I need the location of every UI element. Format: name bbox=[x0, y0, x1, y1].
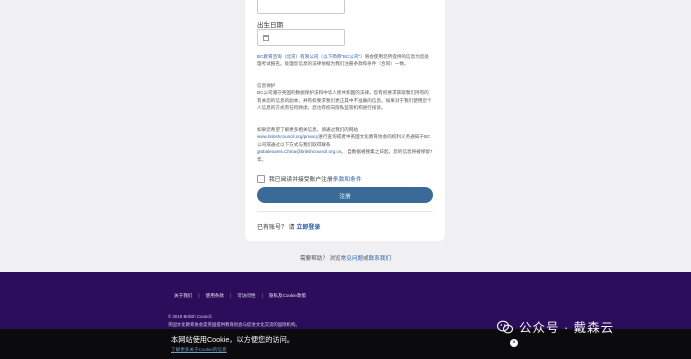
help-pre: 需要帮助？ 浏览 bbox=[299, 256, 341, 262]
privacy-paragraph-2: 信息保护 BC公司遵守英国的数据保护法和中华人民共和国的法律。您有权要求获取我们… bbox=[257, 82, 433, 112]
terms-agreement: 我已阅读并接受账户注册 条款和条件 bbox=[257, 174, 362, 183]
divider bbox=[257, 211, 433, 212]
cookie-info-link[interactable]: 了解更多关于Cookie的信息 bbox=[171, 347, 227, 353]
login-link[interactable]: 立即登录 bbox=[296, 225, 320, 231]
footer-link-terms[interactable]: 使用条款 bbox=[200, 293, 230, 299]
privacy-text-3-pre: 如果您希望了解更多相关信息，请通过我们的网站 bbox=[257, 127, 359, 132]
footer-link-accessibility[interactable]: 可访问性 bbox=[231, 293, 261, 299]
agree-text: 我已阅读并接受账户注册 bbox=[269, 177, 333, 183]
register-button[interactable]: 注册 bbox=[257, 187, 433, 203]
copyright: © 2019 British Council bbox=[168, 314, 212, 319]
privacy-url-link[interactable]: www.britishcouncil.org/privacy bbox=[257, 134, 318, 139]
faq-link[interactable]: 常见问题 bbox=[341, 256, 363, 262]
terms-checkbox[interactable] bbox=[257, 174, 265, 183]
help-line: 需要帮助？ 浏览常见问题或联系我们 bbox=[0, 254, 691, 262]
privacy-heading: 信息保护 bbox=[257, 83, 276, 88]
privacy-text-2: BC公司遵守英国的数据保护法和中华人民共和国的法律。您有权要求获取我们持有的有关… bbox=[257, 90, 432, 111]
watermark-text: 公众号 · 戴森云 bbox=[519, 321, 615, 335]
footer-links: 关于我们 | 使用条款 | 可访问性 | 隐私及Cookie政策 bbox=[168, 293, 312, 299]
account-question: 已有账号？ 请 bbox=[257, 225, 295, 231]
cookie-message: 本网站使用Cookie，以方便您的访问。 bbox=[171, 335, 294, 344]
registration-card: 出生日期 BC教育咨询（北京）有限公司（以下简称“BC公司”）将会使用您所提供的… bbox=[245, 0, 445, 241]
footer-link-about[interactable]: 关于我们 bbox=[168, 293, 198, 299]
calendar-icon bbox=[263, 35, 269, 41]
privacy-email-link[interactable]: globalexams.China@britishcouncil.org.cn bbox=[257, 149, 341, 154]
company-name-link: BC教育咨询（北京）有限公司（以下简称“BC公司”） bbox=[257, 54, 365, 59]
close-icon[interactable]: × bbox=[510, 339, 518, 347]
privacy-paragraph-3: 如果您希望了解更多相关信息，请通过我们的网站 www.britishcounci… bbox=[257, 126, 433, 163]
previous-input-field[interactable] bbox=[257, 0, 345, 14]
watermark: 公众号 · 戴森云 bbox=[497, 317, 614, 336]
contact-link[interactable]: 联系我们 bbox=[369, 256, 391, 262]
dob-label: 出生日期 bbox=[257, 22, 283, 29]
privacy-paragraph-1: BC教育咨询（北京）有限公司（以下简称“BC公司”）将会使用您所提供的信息为您处… bbox=[257, 53, 433, 68]
footer-fine-print: 英国文化教育协会是英国提供教育机会与促进文化交流的国际机构。 bbox=[168, 322, 300, 327]
existing-account: 已有账号？ 请 立即登录 bbox=[257, 222, 320, 231]
wechat-icon bbox=[497, 320, 513, 333]
footer-link-privacy[interactable]: 隐私及Cookie政策 bbox=[263, 293, 312, 299]
dob-input[interactable] bbox=[257, 29, 345, 46]
terms-link[interactable]: 条款和条件 bbox=[333, 174, 362, 183]
